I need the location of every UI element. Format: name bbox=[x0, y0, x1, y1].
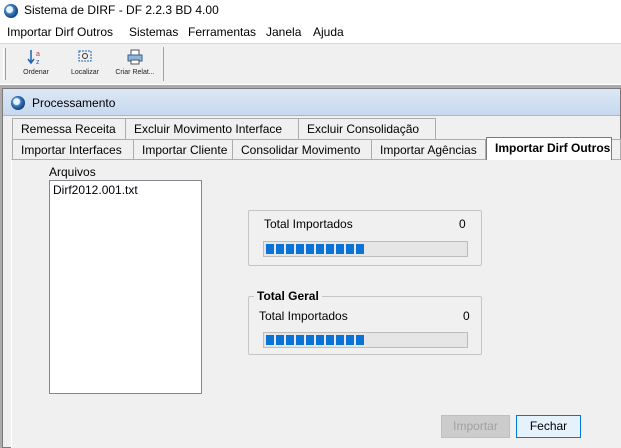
tab-importar-cliente[interactable]: Importar Cliente bbox=[133, 139, 233, 160]
find-label: Localizar bbox=[70, 69, 99, 76]
menu-janela[interactable]: Janela bbox=[266, 25, 301, 39]
menu-ferramentas[interactable]: Ferramentas bbox=[188, 25, 256, 39]
window-title: Sistema de DIRF - DF 2.2.3 BD 4.00 bbox=[24, 3, 219, 17]
import-total-count: 0 bbox=[459, 217, 466, 231]
import-progress-fill bbox=[266, 244, 365, 254]
sort-label: Ordenar bbox=[23, 69, 49, 76]
list-item[interactable]: Dirf2012.001.txt bbox=[53, 183, 138, 197]
import-total-label: Total Importados bbox=[264, 217, 353, 231]
tab-remessa-receita[interactable]: Remessa Receita bbox=[12, 118, 126, 139]
find-icon bbox=[78, 50, 92, 62]
tab-importar-interfaces[interactable]: Importar Interfaces bbox=[12, 139, 134, 160]
menu-importar-dirf-outros[interactable]: Importar Dirf Outros bbox=[7, 25, 113, 39]
svg-text:z: z bbox=[36, 59, 40, 66]
total-progress-bar bbox=[263, 332, 468, 348]
find-button[interactable]: Localizar bbox=[62, 48, 108, 82]
tab-importar-agencias[interactable]: Importar Agências bbox=[371, 139, 486, 160]
create-report-button[interactable]: Criar Relat... bbox=[112, 48, 158, 82]
toolbar: a z Ordenar Localizar Criar Relat... bbox=[0, 43, 621, 84]
child-window-title: Processamento bbox=[32, 96, 116, 110]
tab-consolidar-movimento[interactable]: Consolidar Movimento bbox=[232, 139, 372, 160]
import-progress-bar bbox=[263, 241, 468, 257]
total-geral-title: Total Geral bbox=[254, 289, 322, 303]
printer-icon bbox=[127, 49, 143, 65]
sort-button[interactable]: a z Ordenar bbox=[13, 48, 59, 82]
app-icon bbox=[4, 4, 18, 18]
total-progress-fill bbox=[266, 335, 365, 345]
menu-ajuda[interactable]: Ajuda bbox=[313, 25, 344, 39]
files-label: Arquivos bbox=[49, 165, 96, 179]
svg-text:a: a bbox=[36, 51, 40, 58]
total-geral-label: Total Importados bbox=[259, 309, 348, 323]
menu-sistemas[interactable]: Sistemas bbox=[129, 25, 178, 39]
tab-importar-dirf-outros[interactable]: Importar Dirf Outros bbox=[486, 137, 612, 160]
menu-bar: Importar Dirf Outros Sistemas Ferramenta… bbox=[0, 23, 621, 42]
tab-excluir-movimento-interface[interactable]: Excluir Movimento Interface bbox=[125, 118, 299, 139]
toolbar-grip[interactable] bbox=[3, 48, 6, 80]
tab-overflow[interactable] bbox=[611, 139, 621, 160]
tab-excluir-consolidacao[interactable]: Excluir Consolidação bbox=[298, 118, 436, 139]
child-app-icon bbox=[11, 96, 25, 110]
child-title-bar[interactable]: Processamento bbox=[3, 89, 620, 116]
close-button[interactable]: Fechar bbox=[516, 415, 581, 438]
import-button[interactable]: Importar bbox=[441, 415, 510, 438]
toolbar-separator bbox=[163, 47, 164, 81]
create-report-label: Criar Relat... bbox=[115, 69, 155, 76]
title-bar: Sistema de DIRF - DF 2.2.3 BD 4.00 bbox=[0, 0, 621, 22]
total-geral-count: 0 bbox=[463, 309, 470, 323]
files-list[interactable]: Dirf2012.001.txt bbox=[49, 180, 202, 394]
sort-az-icon: a z bbox=[27, 50, 40, 66]
